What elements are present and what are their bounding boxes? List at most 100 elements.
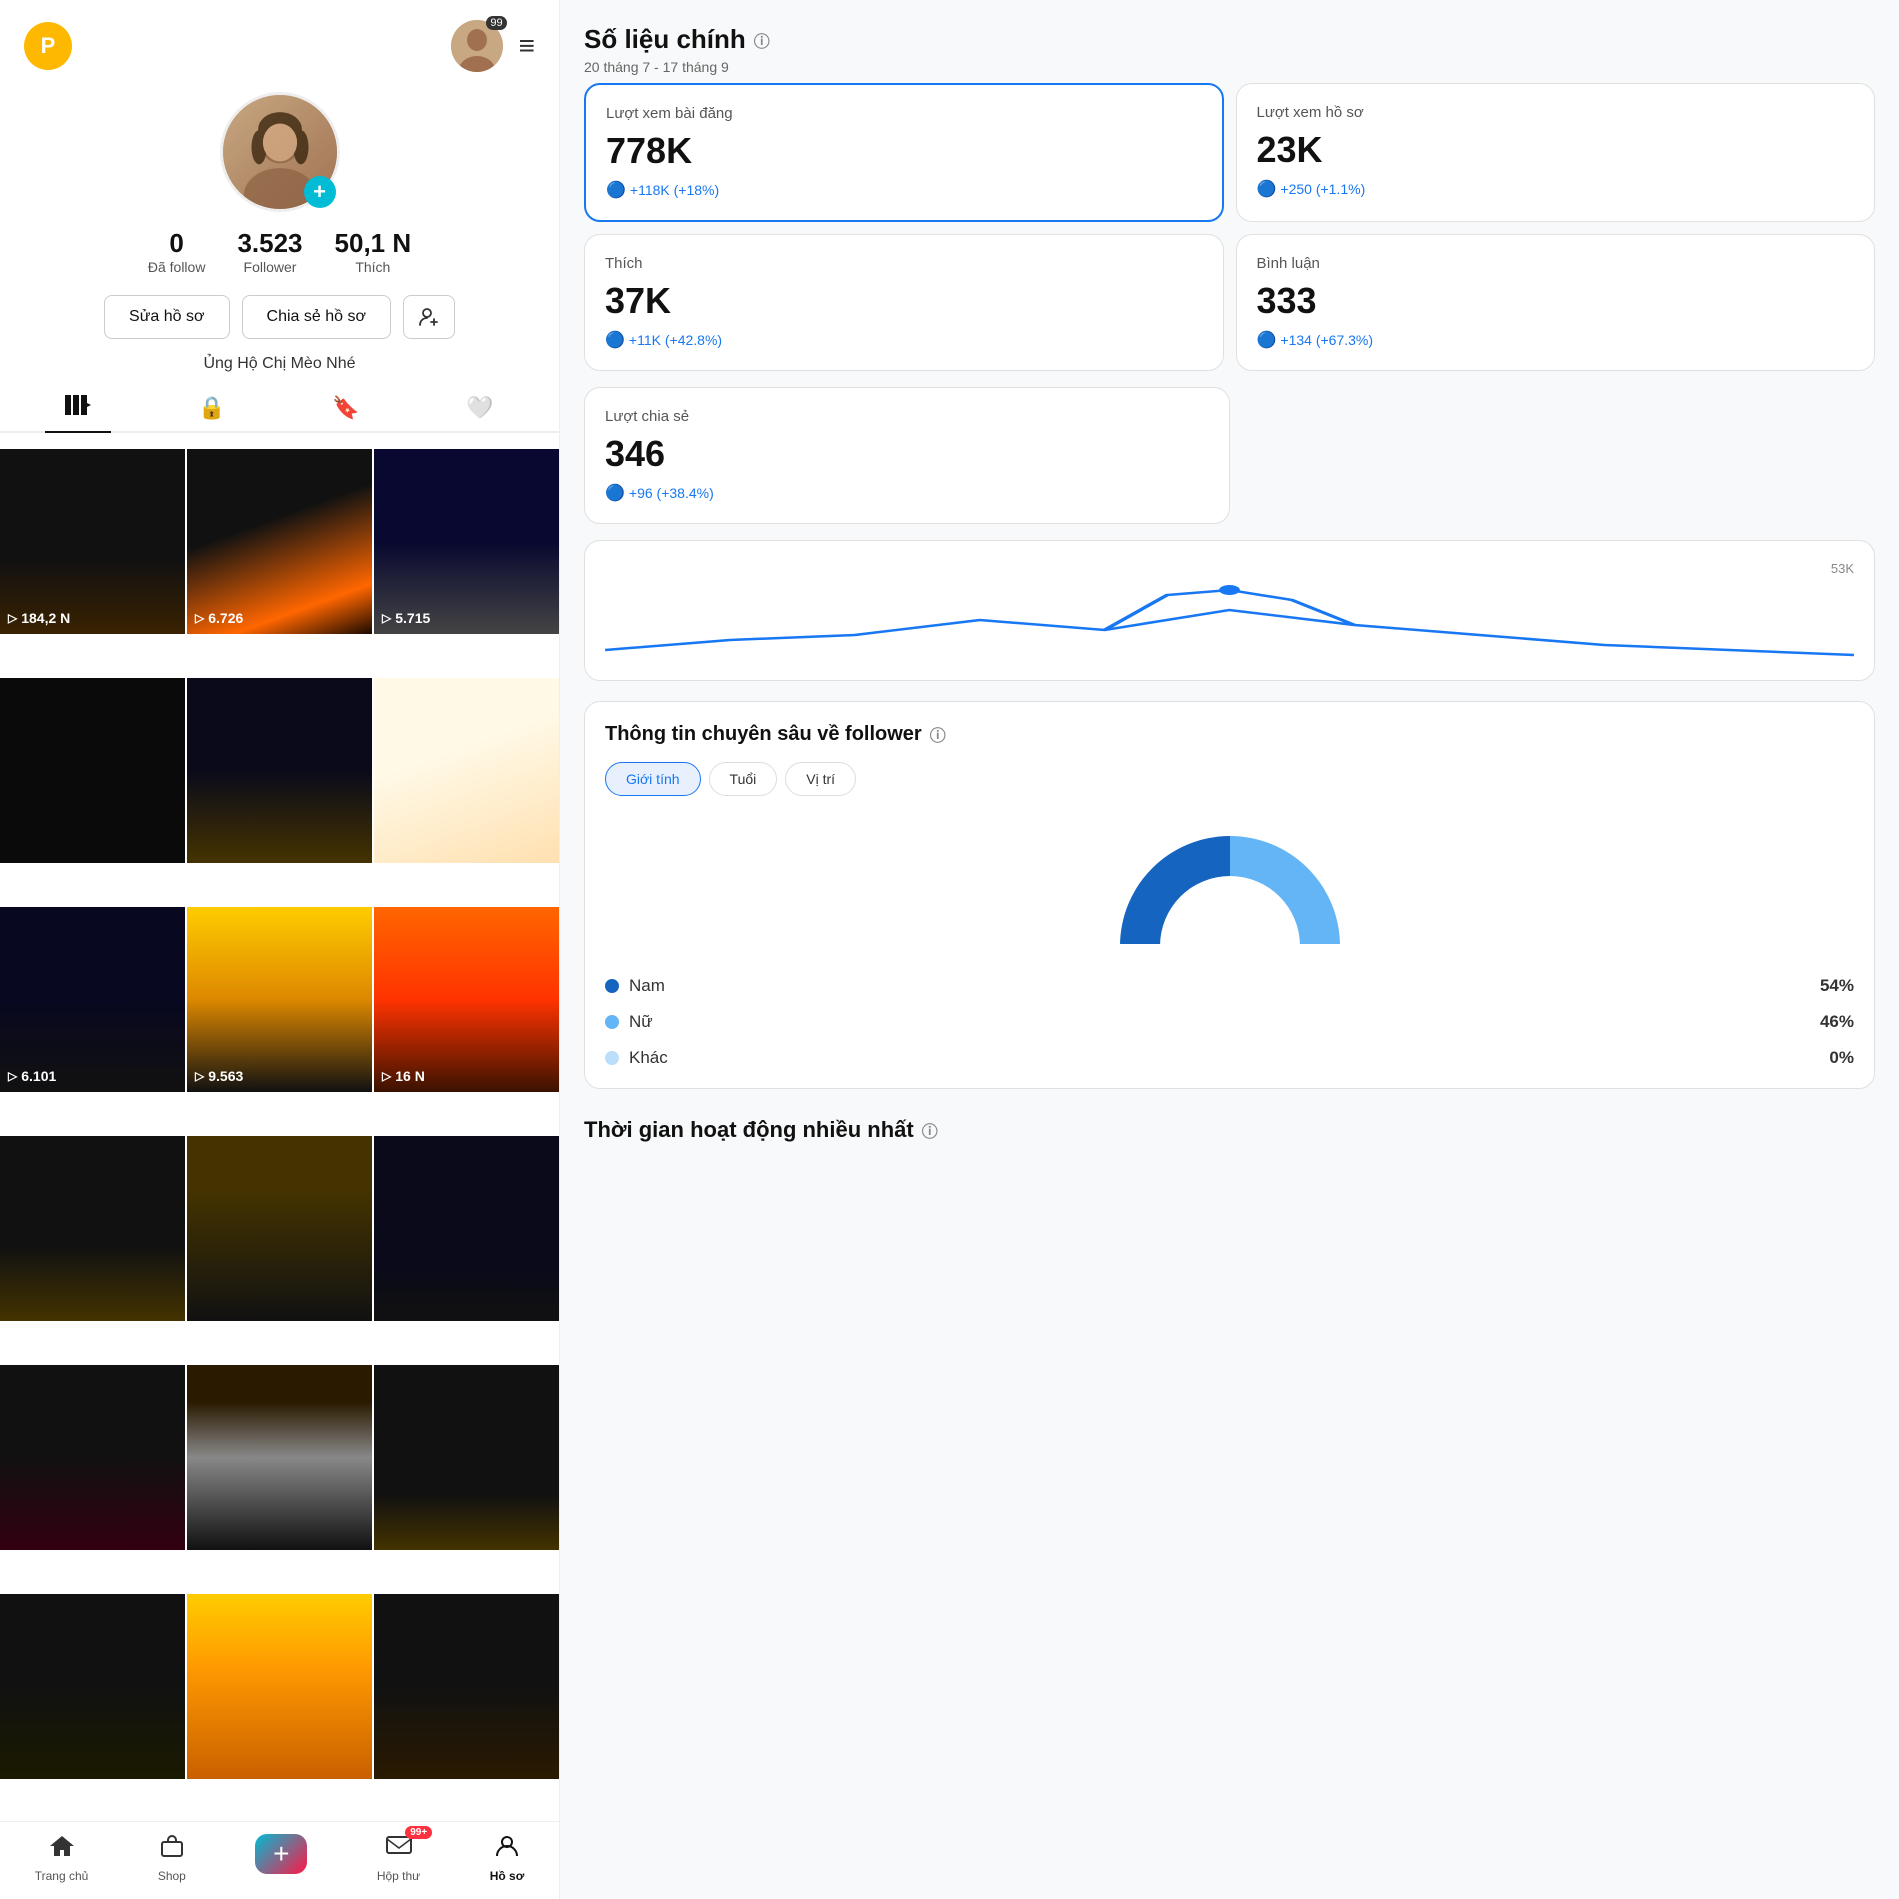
gender-label-2: Khác — [629, 1048, 668, 1068]
inbox-icon — [385, 1834, 413, 1865]
metric-value-3: 333 — [1257, 280, 1855, 322]
follow-value: 0 — [169, 228, 183, 259]
section-header: Số liệu chính ⓘ 20 tháng 7 - 17 tháng 9 — [584, 0, 1875, 83]
bio-text: Ủng Hộ Chị Mèo Nhé — [203, 355, 355, 373]
filter-age[interactable]: Tuổi — [709, 762, 778, 796]
metric-value-0: 778K — [606, 130, 1202, 172]
video-cell-16[interactable] — [187, 1594, 372, 1779]
follower-label: Follower — [244, 259, 297, 275]
gender-pct-1: 46% — [1820, 1012, 1854, 1032]
video-count-8: ▷ 16 N — [382, 1068, 425, 1084]
follower-stat: 3.523 Follower — [237, 228, 302, 275]
video-cell-2[interactable]: ▷ 5.715 — [374, 449, 559, 634]
active-section-title: Thời gian hoạt động nhiều nhất ⓘ — [584, 1109, 1875, 1151]
add-avatar-button[interactable]: + — [304, 176, 336, 208]
video-cell-4[interactable] — [187, 678, 372, 863]
likes-value: 50,1 N — [335, 228, 412, 259]
avatar-large-wrapper: + — [220, 92, 340, 212]
donut-chart — [605, 816, 1854, 956]
metric-label-0: Lượt xem bài đăng — [606, 105, 1202, 122]
metric-card-2: Thích 37K 🔵 +11K (+42.8%) — [584, 234, 1224, 371]
left-panel: P 99 ≡ — [0, 0, 560, 1899]
nav-home[interactable]: Trang chủ — [35, 1834, 89, 1883]
video-cell-14[interactable] — [374, 1365, 559, 1550]
avatar-wrapper: 99 — [451, 20, 503, 72]
follow-label: Đã follow — [148, 259, 206, 275]
metric-label-3: Bình luận — [1257, 255, 1855, 272]
video-cell-1[interactable]: ▷ 6.726 — [187, 449, 372, 634]
share-profile-button[interactable]: Chia sẻ hồ sơ — [242, 295, 391, 339]
metric-label-2: Thích — [605, 255, 1203, 272]
video-cell-17[interactable] — [374, 1594, 559, 1779]
share-metric-value: 346 — [605, 433, 1209, 475]
left-header: P 99 ≡ — [0, 0, 559, 82]
tab-videos[interactable] — [45, 385, 111, 431]
gender-dot-1 — [605, 1015, 619, 1029]
active-info-icon[interactable]: ⓘ — [922, 1118, 938, 1142]
video-grid: ▷ 184,2 N ▷ 6.726 ▷ 5.715 ▷ 6.101 ▷ 9.563 ▷ 1… — [0, 449, 559, 1821]
video-cell-12[interactable] — [0, 1365, 185, 1550]
profile-section: + 0 Đã follow 3.523 Follower 50,1 N Thíc… — [0, 82, 559, 449]
video-cell-5[interactable] — [374, 678, 559, 863]
video-cell-0[interactable]: ▷ 184,2 N — [0, 449, 185, 634]
tab-saved[interactable]: 🔖 — [312, 385, 379, 431]
video-count-1: ▷ 6.726 — [195, 610, 243, 626]
video-cell-8[interactable]: ▷ 16 N — [374, 907, 559, 1092]
nav-inbox-label: Hộp thư — [377, 1869, 420, 1883]
video-cell-13[interactable] — [187, 1365, 372, 1550]
metric-change-2: 🔵 +11K (+42.8%) — [605, 330, 1203, 350]
video-cell-7[interactable]: ▷ 9.563 — [187, 907, 372, 1092]
metric-change-3: 🔵 +134 (+67.3%) — [1257, 330, 1855, 350]
video-cell-9[interactable] — [0, 1136, 185, 1321]
profile-icon — [493, 1834, 521, 1865]
info-icon[interactable]: ⓘ — [754, 28, 770, 52]
stats-row: 0 Đã follow 3.523 Follower 50,1 N Thích — [148, 228, 411, 275]
follower-info-icon[interactable]: ⓘ — [930, 722, 946, 746]
section-title: Số liệu chính ⓘ — [584, 24, 1875, 55]
likes-label: Thích — [355, 259, 390, 275]
video-cell-11[interactable] — [374, 1136, 559, 1321]
video-cell-15[interactable] — [0, 1594, 185, 1779]
gender-label-0: Nam — [629, 976, 665, 996]
home-icon — [48, 1834, 76, 1865]
filter-tabs: Giới tính Tuổi Vị trí — [605, 762, 1854, 796]
gender-pct-0: 54% — [1820, 976, 1854, 996]
video-count-6: ▷ 6.101 — [8, 1068, 56, 1084]
inbox-badge: 99+ — [405, 1826, 432, 1839]
likes-stat: 50,1 N Thích — [335, 228, 412, 275]
share-metric-card: Lượt chia sẻ 346 🔵 +96 (+38.4%) — [584, 387, 1230, 524]
add-friend-button[interactable] — [403, 295, 455, 339]
gender-dot-0 — [605, 979, 619, 993]
metric-value-2: 37K — [605, 280, 1203, 322]
nav-inbox[interactable]: 99+ Hộp thư — [377, 1834, 420, 1883]
gender-dot-2 — [605, 1051, 619, 1065]
chart-bars — [605, 580, 1854, 660]
share-metric-label: Lượt chia sẻ — [605, 408, 1209, 425]
create-button[interactable]: + — [255, 1834, 307, 1874]
metric-card-0: Lượt xem bài đăng 778K 🔵 +118K (+18%) — [584, 83, 1224, 222]
video-cell-10[interactable] — [187, 1136, 372, 1321]
nav-shop-label: Shop — [158, 1869, 186, 1883]
bottom-nav: Trang chủ Shop + 99+ Hộp thư Hồ sơ — [0, 1821, 559, 1899]
video-cell-6[interactable]: ▷ 6.101 — [0, 907, 185, 1092]
filter-location[interactable]: Vị trí — [785, 762, 856, 796]
shop-icon — [158, 1834, 186, 1865]
nav-profile[interactable]: Hồ sơ — [490, 1834, 525, 1883]
menu-button[interactable]: ≡ — [519, 30, 535, 62]
follow-stat: 0 Đã follow — [148, 228, 206, 275]
video-cell-3[interactable] — [0, 678, 185, 863]
follower-value: 3.523 — [237, 228, 302, 259]
action-buttons: Sửa hồ sơ Chia sẻ hồ sơ — [104, 295, 455, 339]
nav-create[interactable]: + — [255, 1834, 307, 1883]
gender-item-2: Khác 0% — [605, 1048, 1854, 1068]
nav-shop[interactable]: Shop — [158, 1834, 186, 1883]
tab-liked[interactable]: 🤍 — [446, 385, 513, 431]
filter-gender[interactable]: Giới tính — [605, 762, 701, 796]
gender-label-1: Nữ — [629, 1012, 653, 1032]
nav-home-label: Trang chủ — [35, 1869, 89, 1883]
video-count-2: ▷ 5.715 — [382, 610, 430, 626]
edit-profile-button[interactable]: Sửa hồ sơ — [104, 295, 229, 339]
gender-list: Nam 54% Nữ 46% Khác 0% — [605, 976, 1854, 1068]
share-metric-change: 🔵 +96 (+38.4%) — [605, 483, 1209, 503]
tab-private[interactable]: 🔒 — [178, 385, 245, 431]
